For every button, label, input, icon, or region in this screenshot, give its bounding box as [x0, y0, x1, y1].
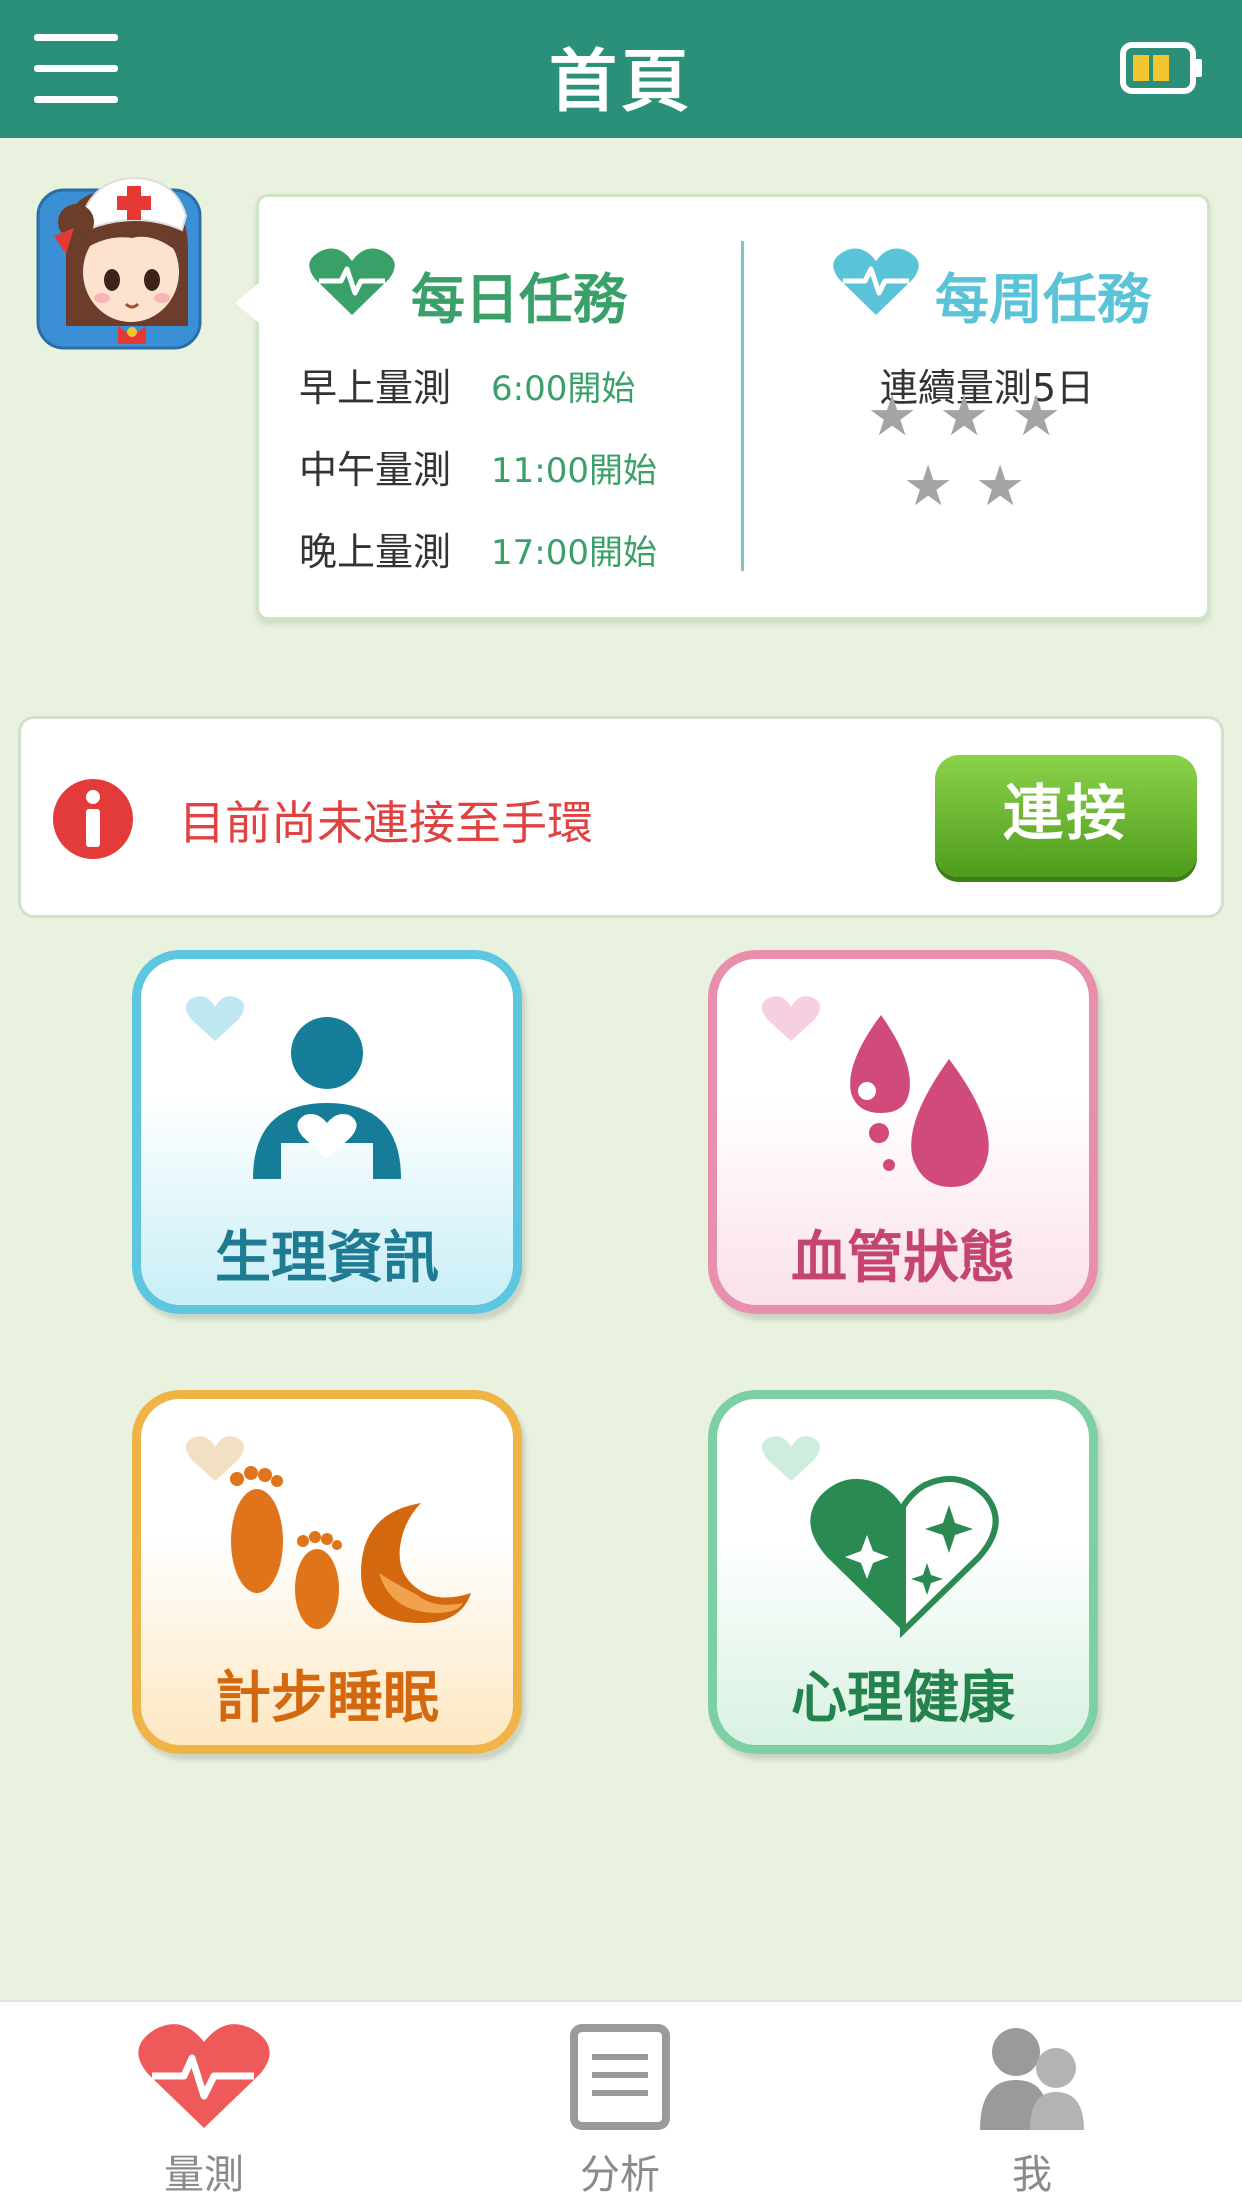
tile-mental-health[interactable]: 心理健康 [708, 1390, 1098, 1754]
tile-vascular-status[interactable]: 血管狀態 [708, 950, 1098, 1314]
blood-drop-icon [761, 996, 989, 1187]
nurse-avatar[interactable] [36, 176, 202, 350]
info-icon [53, 779, 133, 859]
task-label: 中午量測 [299, 448, 452, 492]
heart-pulse-icon [833, 248, 919, 315]
star-icon: ★ [867, 384, 918, 449]
bottom-tab-bar: 量測 分析 我 [0, 2000, 1242, 2208]
tile-label: 心理健康 [791, 1666, 1015, 1731]
daily-task-row: 早上量測 6:00開始 [299, 357, 719, 413]
document-icon [570, 2024, 670, 2130]
task-time: 17:00開始 [491, 533, 657, 573]
tile-label: 生理資訊 [215, 1226, 439, 1291]
tile-physiological-info[interactable]: 生理資訊 [132, 950, 522, 1314]
daily-task-title: 每日任務 [411, 268, 627, 331]
task-label: 晚上量測 [299, 530, 452, 574]
weekly-task-header: 每周任務 [831, 247, 1191, 331]
tab-measure[interactable]: 量測 [74, 2002, 334, 2208]
connection-status-text: 目前尚未連接至手環 [179, 796, 593, 850]
star-icon: ★ [903, 454, 954, 519]
connection-card: 目前尚未連接至手環 連接 [18, 716, 1224, 918]
daily-task-row: 中午量測 11:00開始 [299, 439, 719, 495]
weekly-task-title: 每周任務 [935, 268, 1151, 331]
sparkle-heart-icon [761, 1436, 999, 1639]
star-icon: ★ [1011, 384, 1062, 449]
star-icon: ★ [939, 384, 990, 449]
star-icon: ★ [975, 454, 1026, 519]
battery-icon [1120, 42, 1202, 94]
tab-analysis[interactable]: 分析 [490, 2002, 750, 2208]
tab-label: 我 [1012, 2152, 1052, 2198]
tile-label: 計步睡眠 [215, 1666, 439, 1731]
person-heart-icon [185, 996, 401, 1179]
footprints-moon-icon [185, 1436, 471, 1629]
heart-pulse-icon [309, 248, 395, 315]
heart-pulse-icon [138, 2024, 270, 2128]
tab-me[interactable]: 我 [902, 2002, 1162, 2208]
tab-label: 量測 [164, 2152, 244, 2198]
page-title: 首頁 [548, 43, 693, 122]
task-label: 早上量測 [299, 366, 452, 410]
people-icon [980, 2028, 1084, 2130]
tab-label: 分析 [580, 2152, 660, 2198]
tile-label: 血管狀態 [791, 1226, 1015, 1291]
daily-task-row: 晚上量測 17:00開始 [299, 521, 719, 577]
daily-task-header: 每日任務 [307, 247, 687, 331]
tile-steps-sleep[interactable]: 計步睡眠 [132, 1390, 522, 1754]
top-bar: 首頁 [0, 0, 1242, 138]
task-card: 每日任務 早上量測 6:00開始 中午量測 11:00開始 晚上量測 17:00… [235, 194, 1210, 620]
task-time: 11:00開始 [491, 451, 657, 491]
divider [741, 241, 744, 571]
task-time: 6:00開始 [491, 369, 636, 409]
connect-button[interactable]: 連接 [935, 755, 1197, 877]
